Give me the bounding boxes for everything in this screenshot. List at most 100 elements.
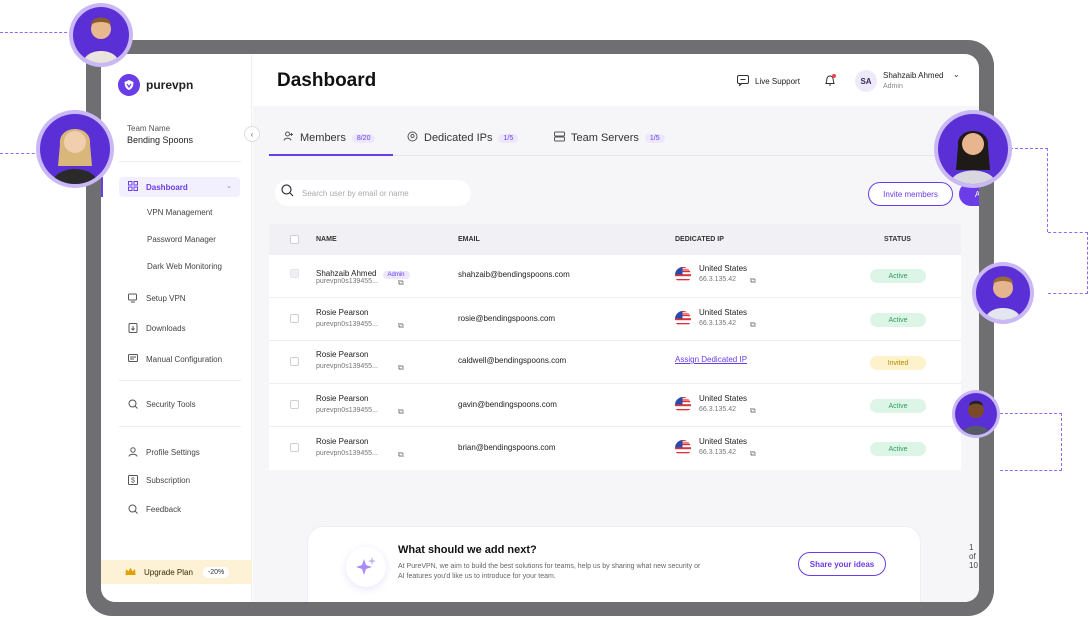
member-id: purevpn0s139455... xyxy=(316,278,378,285)
table-row[interactable]: Rosie Pearson purevpn0s139455... ⧉ caldw… xyxy=(269,341,961,384)
tab-team-servers[interactable]: Team Servers 1/5 xyxy=(554,131,665,145)
shield-logo-icon xyxy=(118,74,140,96)
member-name: Rosie Pearson xyxy=(316,437,369,446)
sidebar-subitem-vpn-management[interactable]: VPN Management xyxy=(147,208,212,217)
sidebar-item-setup-vpn[interactable]: Setup VPN xyxy=(128,293,186,303)
svg-text:$: $ xyxy=(131,478,135,485)
setup-vpn-icon xyxy=(128,293,138,303)
copy-icon[interactable]: ⧉ xyxy=(398,407,404,417)
sidebar-item-dashboard[interactable]: Dashboard ⌄ xyxy=(119,177,240,197)
status-badge: Active xyxy=(870,313,926,327)
copy-icon[interactable]: ⧉ xyxy=(398,363,404,373)
sidebar-item-security-tools[interactable]: Security Tools xyxy=(128,399,196,409)
tab-count-badge: 1/5 xyxy=(644,133,665,143)
member-email: shahzaib@bendingspoons.com xyxy=(458,270,570,279)
avatar[interactable]: SA xyxy=(855,70,877,92)
discount-badge: -20% xyxy=(202,566,230,578)
sidebar-subitem-dark-web-monitoring[interactable]: Dark Web Monitoring xyxy=(147,262,222,271)
copy-icon[interactable]: ⧉ xyxy=(750,276,756,286)
sidebar-item-subscription[interactable]: $ Subscription xyxy=(128,475,190,485)
country-name: United States xyxy=(699,308,748,317)
sidebar-item-label: Feedback xyxy=(146,504,182,514)
connector-line xyxy=(1048,232,1088,294)
grid-icon xyxy=(128,181,138,193)
tab-label: Dedicated IPs xyxy=(424,132,493,144)
feedback-title: What should we add next? xyxy=(398,544,537,556)
app-screen: purevpn Team Name Bending Spoons Dashboa… xyxy=(101,54,979,602)
connector-line xyxy=(1010,148,1048,232)
row-checkbox[interactable] xyxy=(290,443,299,452)
divider xyxy=(119,426,241,427)
row-checkbox[interactable] xyxy=(290,314,299,323)
tab-members[interactable]: Members 8/20 xyxy=(283,131,376,145)
tab-dedicated-ips[interactable]: Dedicated IPs 1/5 xyxy=(407,131,519,145)
search-input[interactable] xyxy=(302,188,462,198)
copy-icon[interactable]: ⧉ xyxy=(750,406,756,416)
search-field[interactable] xyxy=(275,180,471,206)
share-ideas-button[interactable]: Share your ideas xyxy=(798,552,886,576)
sidebar-subitem-password-manager[interactable]: Password Manager xyxy=(147,235,216,244)
assign-dedicated-ip-link[interactable]: Assign Dedicated IP xyxy=(675,355,747,364)
upgrade-label: Upgrade Plan xyxy=(144,567,193,577)
row-checkbox[interactable] xyxy=(290,357,299,366)
avatar xyxy=(934,110,1012,188)
feedback-text: At PureVPN, we aim to build the best sol… xyxy=(398,563,701,580)
team-label: Team Name xyxy=(127,124,171,133)
connector-line xyxy=(1000,413,1062,471)
row-checkbox[interactable] xyxy=(290,269,299,278)
member-id: purevpn0s139455... xyxy=(316,363,378,370)
select-all-checkbox[interactable] xyxy=(290,235,299,244)
sidebar-item-label: Profile Settings xyxy=(146,447,200,457)
avatar xyxy=(952,390,1000,438)
us-flag-icon xyxy=(675,397,691,413)
chevron-down-icon[interactable]: ⌄ xyxy=(953,70,960,79)
copy-icon[interactable]: ⧉ xyxy=(398,321,404,331)
member-email: rosie@bendingspoons.com xyxy=(458,314,556,323)
copy-icon[interactable]: ⧉ xyxy=(398,450,404,460)
table-row[interactable]: Rosie Pearson purevpn0s139455... ⧉ brian… xyxy=(269,427,961,470)
member-id: purevpn0s139455... xyxy=(316,321,378,328)
upgrade-plan-banner[interactable]: Upgrade Plan -20% xyxy=(101,560,252,584)
table-row[interactable]: Rosie Pearson purevpn0s139455... ⧉ gavin… xyxy=(269,384,961,427)
column-header-dedicated-ip: DEDICATED IP xyxy=(675,236,724,243)
collapse-sidebar-button[interactable]: ‹ xyxy=(244,126,260,142)
feedback-icon xyxy=(128,504,138,514)
table-row[interactable]: Rosie Pearson purevpn0s139455... ⧉ rosie… xyxy=(269,298,961,341)
ip-address: 66.3.135.42 xyxy=(699,449,736,456)
user-name[interactable]: Shahzaib Ahmed xyxy=(883,71,944,80)
copy-icon[interactable]: ⧉ xyxy=(398,278,404,288)
tab-count-badge: 1/5 xyxy=(498,133,519,143)
member-email: gavin@bendingspoons.com xyxy=(458,400,557,409)
divider xyxy=(119,161,241,162)
crown-icon xyxy=(125,567,136,578)
sidebar-item-label: Security Tools xyxy=(146,399,196,409)
sidebar-item-downloads[interactable]: Downloads xyxy=(128,323,186,333)
sidebar-item-profile-settings[interactable]: Profile Settings xyxy=(128,447,200,457)
column-header-status: STATUS xyxy=(884,236,911,243)
tab-label: Team Servers xyxy=(571,132,639,144)
active-tab-underline xyxy=(269,154,393,156)
row-checkbox[interactable] xyxy=(290,400,299,409)
copy-icon[interactable]: ⧉ xyxy=(750,449,756,459)
sparkle-icon xyxy=(346,547,386,587)
sidebar-item-manual-configuration[interactable]: Manual Configuration xyxy=(128,354,222,364)
logo[interactable]: purevpn xyxy=(118,74,193,96)
user-icon xyxy=(128,447,138,457)
avatar xyxy=(36,110,114,188)
brand-name: purevpn xyxy=(146,78,194,92)
table-row[interactable]: Shahzaib Ahmed Admin purevpn0s139455... ⧉… xyxy=(269,255,961,298)
sidebar-item-feedback[interactable]: Feedback xyxy=(128,504,181,514)
country-name: United States xyxy=(699,394,748,403)
ip-address: 66.3.135.42 xyxy=(699,276,736,283)
sidebar-item-label: Setup VPN xyxy=(146,293,186,303)
member-name: Rosie Pearson xyxy=(316,308,369,317)
live-support-button[interactable]: Live Support xyxy=(737,75,800,88)
us-flag-icon xyxy=(675,267,691,283)
invite-members-button[interactable]: Invite members xyxy=(868,182,953,206)
status-badge: Active xyxy=(870,399,926,413)
avatar xyxy=(69,3,133,67)
copy-icon[interactable]: ⧉ xyxy=(750,320,756,330)
us-flag-icon xyxy=(675,440,691,456)
team-name: Bending Spoons xyxy=(127,135,194,145)
ip-address: 66.3.135.42 xyxy=(699,320,736,327)
